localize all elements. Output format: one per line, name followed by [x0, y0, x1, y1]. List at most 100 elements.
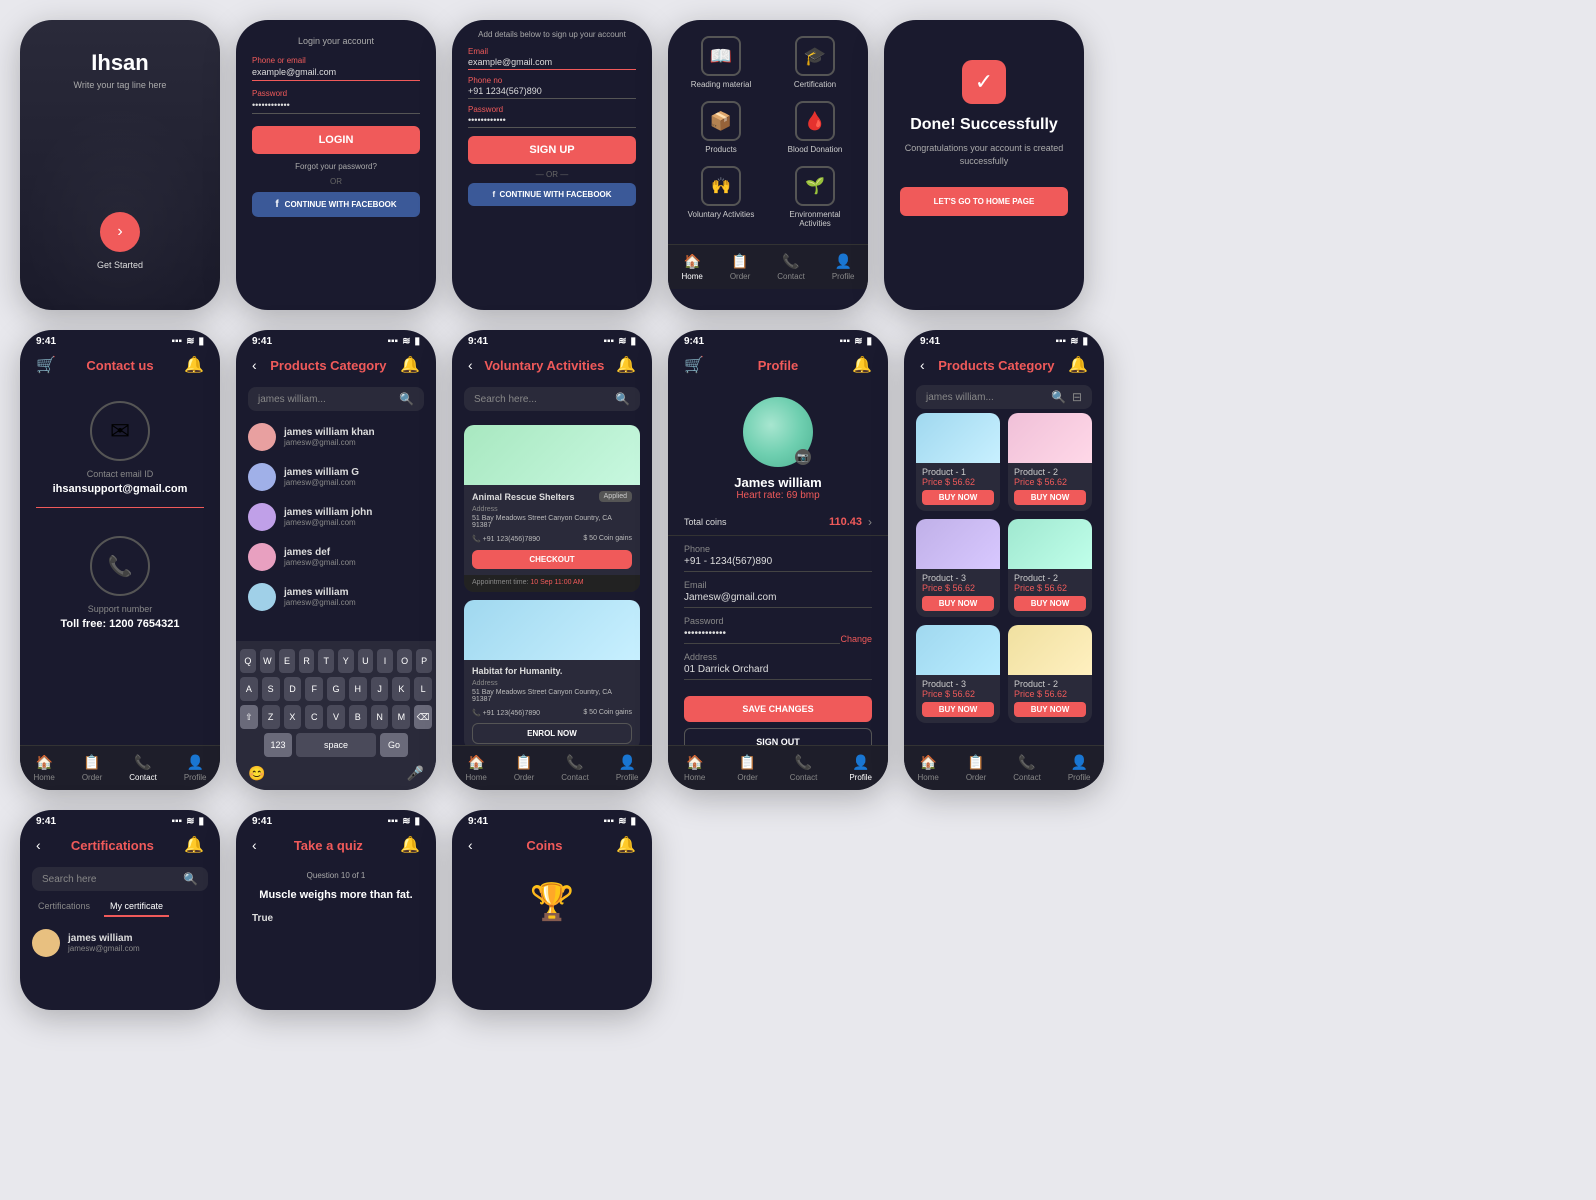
- key-o[interactable]: O: [397, 649, 413, 673]
- pcg-nav-profile[interactable]: 👤Profile: [1068, 754, 1091, 782]
- key-go[interactable]: Go: [380, 733, 408, 757]
- va-nav-order[interactable]: 📋Order: [514, 754, 534, 782]
- login-button[interactable]: LOGIN: [252, 126, 420, 154]
- password-field-value[interactable]: ••••••••••••: [684, 628, 840, 644]
- pf-nav-home[interactable]: 🏠Home: [684, 754, 705, 782]
- buy-button-4[interactable]: BUY NOW: [1014, 596, 1086, 611]
- pcg-search-bar[interactable]: james william... 🔍 ⊟: [916, 385, 1092, 409]
- notification-icon-contact[interactable]: 🔔: [184, 355, 204, 375]
- signup-password[interactable]: ••••••••••••: [468, 115, 636, 128]
- cart-icon[interactable]: 🛒: [36, 355, 56, 375]
- va-search[interactable]: Search here... 🔍: [464, 387, 640, 411]
- key-z[interactable]: Z: [262, 705, 280, 729]
- key-n[interactable]: N: [371, 705, 389, 729]
- buy-button-5[interactable]: BUY NOW: [922, 702, 994, 717]
- save-changes-button[interactable]: SAVE CHANGES: [684, 696, 872, 722]
- key-space[interactable]: space: [296, 733, 376, 757]
- pf-nav-order[interactable]: 📋Order: [737, 754, 757, 782]
- key-h[interactable]: H: [349, 677, 367, 701]
- phone-field-value[interactable]: +91 - 1234(567)890: [684, 556, 872, 572]
- edit-avatar-button[interactable]: 📷: [795, 449, 811, 465]
- key-j[interactable]: J: [371, 677, 389, 701]
- contact-item-2[interactable]: james william G jamesw@gmail.com: [236, 457, 436, 497]
- va-nav-home[interactable]: 🏠Home: [465, 754, 486, 782]
- facebook-signup-button[interactable]: f CONTINUE WITH FACEBOOK: [468, 183, 636, 206]
- cert-search[interactable]: Search here 🔍: [32, 867, 208, 891]
- contact-nav-contact[interactable]: 📞Contact: [129, 754, 157, 782]
- key-p[interactable]: P: [416, 649, 432, 673]
- notification-icon-quiz[interactable]: 🔔: [400, 835, 420, 855]
- blood-donation-item[interactable]: 🩸 Blood Donation: [774, 101, 856, 154]
- pf-nav-profile[interactable]: 👤Profile: [849, 754, 872, 782]
- key-b[interactable]: B: [349, 705, 367, 729]
- notification-icon-va[interactable]: 🔔: [616, 355, 636, 375]
- notification-icon-cert[interactable]: 🔔: [184, 835, 204, 855]
- toll-free[interactable]: Toll free: 1200 7654321: [36, 618, 204, 630]
- key-r[interactable]: R: [299, 649, 315, 673]
- contact-nav-profile[interactable]: 👤Profile: [184, 754, 207, 782]
- get-started-button[interactable]: ›: [100, 212, 140, 252]
- products-item[interactable]: 📦 Products: [680, 101, 762, 154]
- key-u[interactable]: U: [358, 649, 374, 673]
- emoji-icon[interactable]: 😊: [248, 765, 265, 782]
- notification-icon-coins[interactable]: 🔔: [616, 835, 636, 855]
- forgot-password[interactable]: Forgot your password?: [252, 162, 420, 171]
- email-value[interactable]: example@gmail.com: [252, 67, 420, 81]
- cert-user-item[interactable]: james william jamesw@gmail.com: [20, 925, 220, 961]
- key-123[interactable]: 123: [264, 733, 292, 757]
- contact-item-5[interactable]: james william jamesw@gmail.com: [236, 577, 436, 617]
- cart-icon-profile[interactable]: 🛒: [684, 355, 704, 375]
- signup-button[interactable]: SIGN UP: [468, 136, 636, 164]
- key-g[interactable]: G: [327, 677, 345, 701]
- key-a[interactable]: A: [240, 677, 258, 701]
- signup-email[interactable]: example@gmail.com: [468, 57, 636, 70]
- contact-nav-home[interactable]: 🏠Home: [33, 754, 54, 782]
- key-l[interactable]: L: [414, 677, 432, 701]
- key-d[interactable]: D: [284, 677, 302, 701]
- pc-search-bar[interactable]: james william... 🔍: [248, 387, 424, 411]
- certification-item[interactable]: 🎓 Certification: [774, 36, 856, 89]
- contact-item-4[interactable]: james def jamesw@gmail.com: [236, 537, 436, 577]
- contact-item-1[interactable]: james william khan jamesw@gmail.com: [236, 417, 436, 457]
- voluntary-activities-item[interactable]: 🙌 Voluntary Activities: [680, 166, 762, 228]
- key-c[interactable]: C: [305, 705, 323, 729]
- contact-email[interactable]: ihsansupport@gmail.com: [36, 483, 204, 495]
- phone-value[interactable]: +91 1234(567)890: [468, 86, 636, 99]
- key-t[interactable]: T: [318, 649, 334, 673]
- password-value[interactable]: ••••••••••••: [252, 100, 420, 114]
- buy-button-2[interactable]: BUY NOW: [1014, 490, 1086, 505]
- coins-chevron[interactable]: ›: [868, 515, 872, 529]
- pf-nav-contact[interactable]: 📞Contact: [790, 754, 818, 782]
- buy-button-3[interactable]: BUY NOW: [922, 596, 994, 611]
- key-delete[interactable]: ⌫: [414, 705, 432, 729]
- pcg-nav-order[interactable]: 📋Order: [966, 754, 986, 782]
- contact-item-3[interactable]: james william john jamesw@gmail.com: [236, 497, 436, 537]
- contact-nav-order[interactable]: 📋Order: [82, 754, 102, 782]
- key-s[interactable]: S: [262, 677, 280, 701]
- pcg-nav-home[interactable]: 🏠Home: [917, 754, 938, 782]
- email-field-value[interactable]: Jamesw@gmail.com: [684, 592, 872, 608]
- va-nav-contact[interactable]: 📞Contact: [561, 754, 589, 782]
- my-certificate-tab[interactable]: My certificate: [104, 897, 169, 917]
- key-i[interactable]: I: [377, 649, 393, 673]
- checkout-button[interactable]: CHECKOUT: [472, 550, 632, 569]
- key-q[interactable]: Q: [240, 649, 256, 673]
- nav-order[interactable]: 📋Order: [730, 253, 750, 281]
- key-k[interactable]: K: [392, 677, 410, 701]
- key-v[interactable]: V: [327, 705, 345, 729]
- facebook-login-button[interactable]: f CONTINUE WITH FACEBOOK: [252, 192, 420, 217]
- pcg-nav-contact[interactable]: 📞Contact: [1013, 754, 1041, 782]
- key-f[interactable]: F: [305, 677, 323, 701]
- key-m[interactable]: M: [392, 705, 410, 729]
- go-home-button[interactable]: LET'S GO TO HOME PAGE: [900, 187, 1068, 216]
- mic-icon[interactable]: 🎤: [407, 765, 424, 782]
- notification-icon-pc[interactable]: 🔔: [400, 355, 420, 375]
- nav-profile[interactable]: 👤Profile: [832, 253, 855, 281]
- nav-contact[interactable]: 📞Contact: [777, 253, 805, 281]
- buy-button-6[interactable]: BUY NOW: [1014, 702, 1086, 717]
- environmental-activities-item[interactable]: 🌱 Environmental Activities: [774, 166, 856, 228]
- key-e[interactable]: E: [279, 649, 295, 673]
- address-field-value[interactable]: 01 Darrick Orchard: [684, 664, 872, 680]
- change-password-button[interactable]: Change: [840, 634, 872, 652]
- notification-icon-profile[interactable]: 🔔: [852, 355, 872, 375]
